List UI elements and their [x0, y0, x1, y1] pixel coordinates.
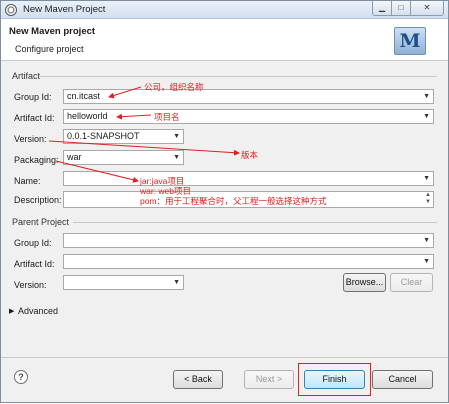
scroll-arrows-icon[interactable]: ▲ ▼ [425, 192, 431, 206]
group-id-combo[interactable]: cn.itcast ▼ [63, 89, 434, 104]
description-label: Description: [14, 195, 62, 205]
browse-button[interactable]: Browse... [343, 273, 386, 292]
group-id-label: Group Id: [14, 92, 52, 102]
version-value: 0.0.1-SNAPSHOT [67, 131, 140, 141]
annotation-artifact: 项目名 [154, 112, 180, 122]
chevron-down-icon[interactable]: ▼ [423, 172, 430, 185]
parent-version-combo[interactable]: ▼ [63, 275, 184, 290]
artifact-id-value: helloworld [67, 111, 108, 121]
chevron-down-icon[interactable]: ▼ [173, 130, 180, 143]
chevron-down-icon[interactable]: ▼ [173, 151, 180, 164]
footer-separator [1, 357, 448, 358]
packaging-label: Packaging: [14, 155, 59, 165]
parent-artifact-id-combo[interactable]: ▼ [63, 254, 434, 269]
parent-separator [73, 222, 437, 223]
artifact-separator [39, 76, 437, 77]
close-button[interactable]: ✕ [410, 1, 444, 16]
group-id-value: cn.itcast [67, 91, 101, 101]
chevron-down-icon[interactable]: ▼ [423, 234, 430, 247]
parent-artifact-id-label: Artifact Id: [14, 259, 55, 269]
cancel-button[interactable]: Cancel [372, 370, 433, 389]
title-bar: New Maven Project ▁ □ ✕ [1, 1, 448, 19]
maximize-button[interactable]: □ [391, 1, 411, 16]
expand-arrow-icon[interactable]: ▶ [9, 307, 14, 315]
wizard-title: New Maven project [9, 26, 96, 37]
chevron-down-icon[interactable]: ▼ [173, 276, 180, 289]
version-combo[interactable]: 0.0.1-SNAPSHOT ▼ [63, 129, 184, 144]
annotation-pom: pom：用于工程聚合时，父工程一般选择这种方式 [140, 196, 327, 206]
packaging-combo[interactable]: war ▼ [63, 150, 184, 165]
maven-logo-icon: M [394, 27, 426, 55]
back-button[interactable]: < Back [173, 370, 223, 389]
version-label: Version: [14, 134, 47, 144]
annotation-group: 公司，组织名称 [144, 82, 204, 92]
advanced-toggle[interactable]: Advanced [18, 306, 58, 316]
name-combo[interactable]: ▼ [63, 171, 434, 186]
finish-highlight-box [298, 363, 371, 396]
maven-dialog: New Maven Project ▁ □ ✕ New Maven projec… [0, 0, 449, 403]
wizard-subtitle: Configure project [15, 44, 84, 54]
artifact-id-label: Artifact Id: [14, 113, 55, 123]
annotation-version: 版本 [241, 150, 259, 160]
parent-version-label: Version: [14, 280, 47, 290]
minimize-button[interactable]: ▁ [372, 1, 392, 16]
chevron-down-icon[interactable]: ▼ [423, 110, 430, 123]
eclipse-icon [5, 4, 17, 16]
artifact-id-combo[interactable]: helloworld ▼ [63, 109, 434, 124]
packaging-value: war [67, 152, 82, 162]
help-icon[interactable]: ? [14, 370, 28, 384]
chevron-down-icon[interactable]: ▼ [423, 90, 430, 103]
parent-group-id-combo[interactable]: ▼ [63, 233, 434, 248]
wizard-header: New Maven project Configure project M [1, 19, 448, 61]
parent-section-title: Parent Project [12, 217, 70, 227]
parent-group-id-label: Group Id: [14, 238, 52, 248]
clear-button[interactable]: Clear [390, 273, 433, 292]
chevron-down-icon[interactable]: ▼ [423, 255, 430, 268]
window-title: New Maven Project [23, 4, 106, 15]
artifact-section-title: Artifact [12, 71, 41, 81]
next-button[interactable]: Next > [244, 370, 294, 389]
name-label: Name: [14, 176, 41, 186]
